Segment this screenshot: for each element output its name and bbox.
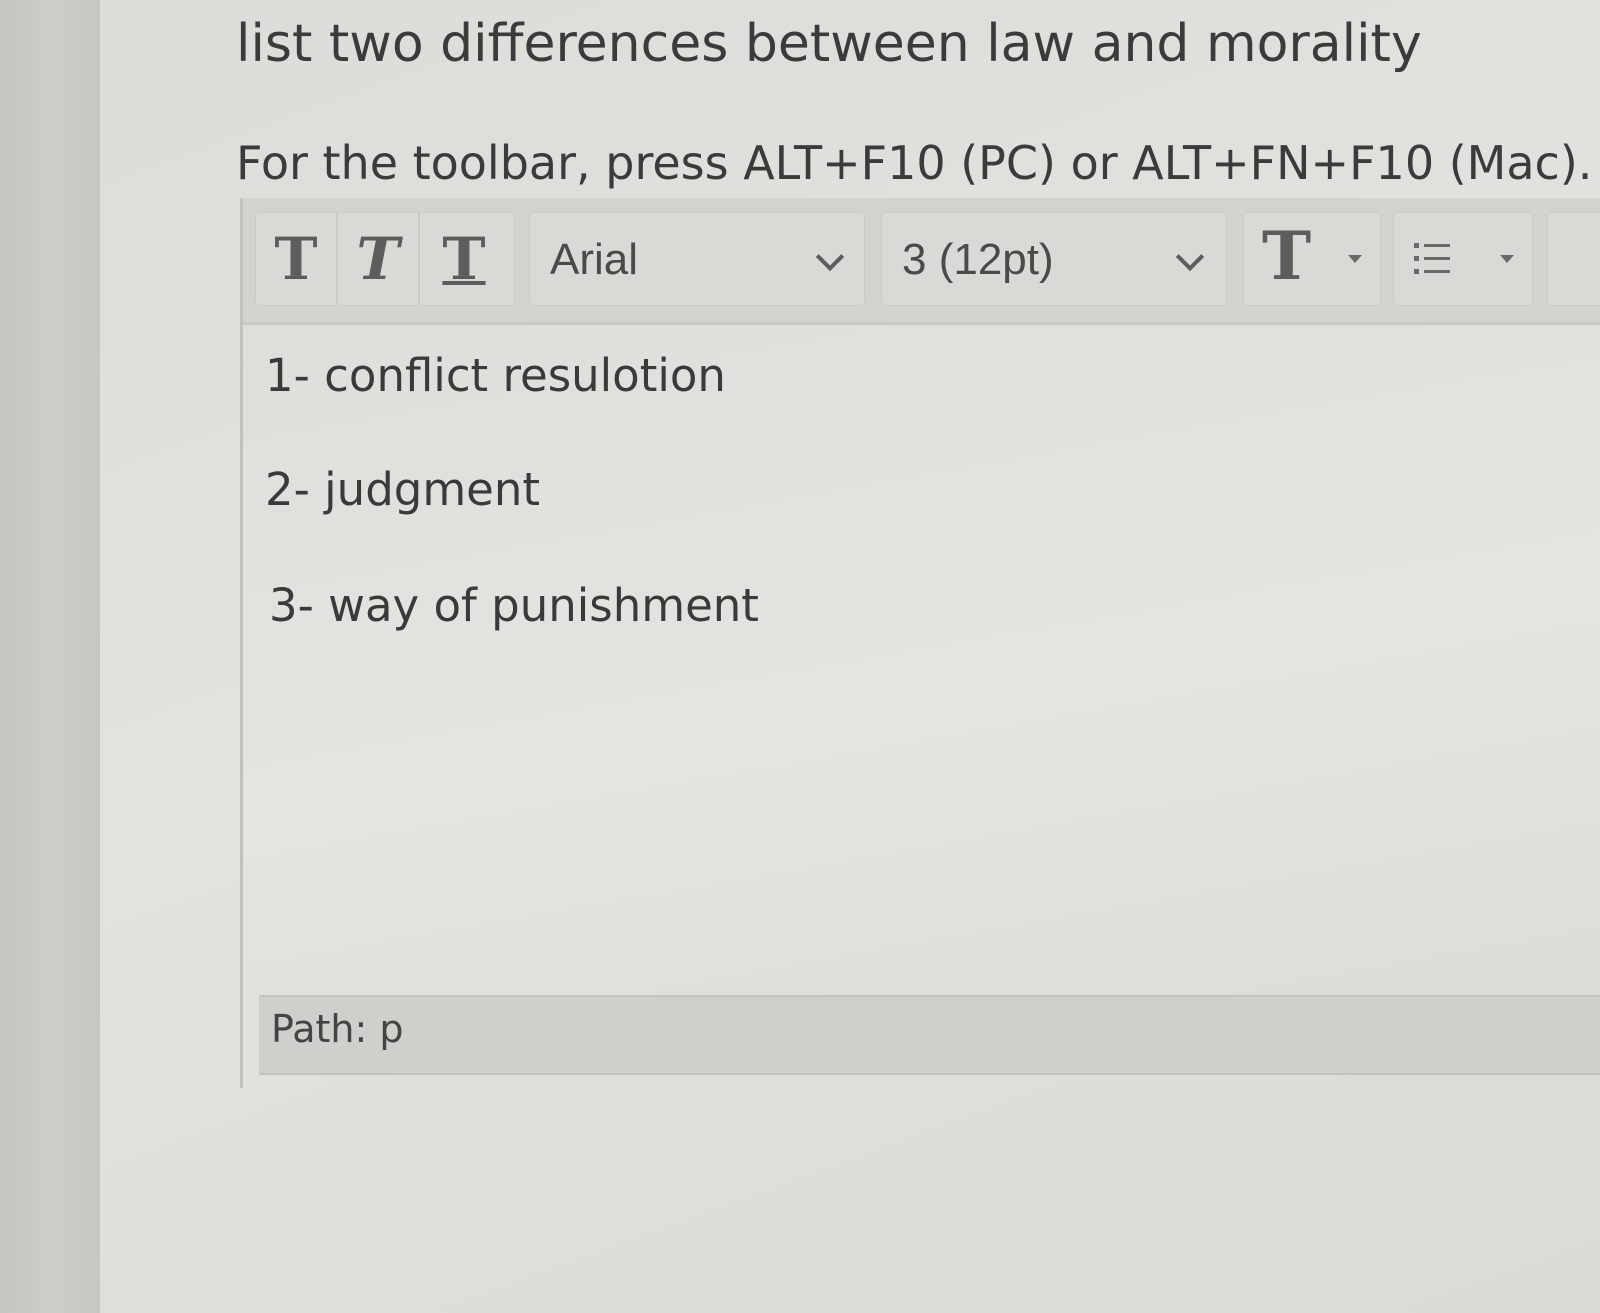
- content-line-1: 1- conflict resulotion: [265, 349, 726, 402]
- font-family-value: Arial: [550, 235, 639, 284]
- font-family-select[interactable]: Arial: [529, 212, 865, 306]
- underline-icon: T: [442, 225, 486, 293]
- toolbar-overflow-button[interactable]: [1547, 212, 1600, 306]
- editor-statusbar: Path: p: [259, 995, 1600, 1075]
- left-margin: [0, 0, 102, 1313]
- chevron-down-icon: [815, 242, 845, 272]
- bullet-list-icon: [1414, 243, 1450, 274]
- text-color-button[interactable]: T: [1243, 212, 1381, 306]
- font-size-value: 3 (12pt): [902, 235, 1054, 284]
- caret-down-icon: [1348, 255, 1362, 263]
- text-format-group: T T T: [255, 212, 515, 306]
- rich-text-editor: T T T Arial 3 (12pt) T 1- conflict resul…: [240, 198, 1600, 1088]
- path-label: Path: p: [271, 1007, 404, 1051]
- editor-content[interactable]: 1- conflict resulotion 2- judgment 3- wa…: [243, 325, 1600, 995]
- content-line-2: 2- judgment: [265, 463, 541, 516]
- text-color-icon: T: [1262, 217, 1312, 295]
- editor-toolbar: T T T Arial 3 (12pt) T: [243, 198, 1600, 325]
- bold-icon: T: [274, 225, 318, 293]
- question-text: list two differences between law and mor…: [236, 14, 1422, 74]
- caret-down-icon: [1500, 255, 1514, 263]
- underline-button[interactable]: T: [424, 213, 504, 305]
- list-button[interactable]: [1393, 212, 1533, 306]
- italic-button[interactable]: T: [338, 213, 420, 305]
- chevron-down-icon: [1175, 242, 1205, 272]
- italic-icon: T: [356, 225, 400, 293]
- toolbar-hint: For the toolbar, press ALT+F10 (PC) or A…: [236, 136, 1593, 190]
- bold-button[interactable]: T: [256, 213, 338, 305]
- font-size-select[interactable]: 3 (12pt): [881, 212, 1227, 306]
- content-line-3: 3- way of punishment: [269, 579, 759, 632]
